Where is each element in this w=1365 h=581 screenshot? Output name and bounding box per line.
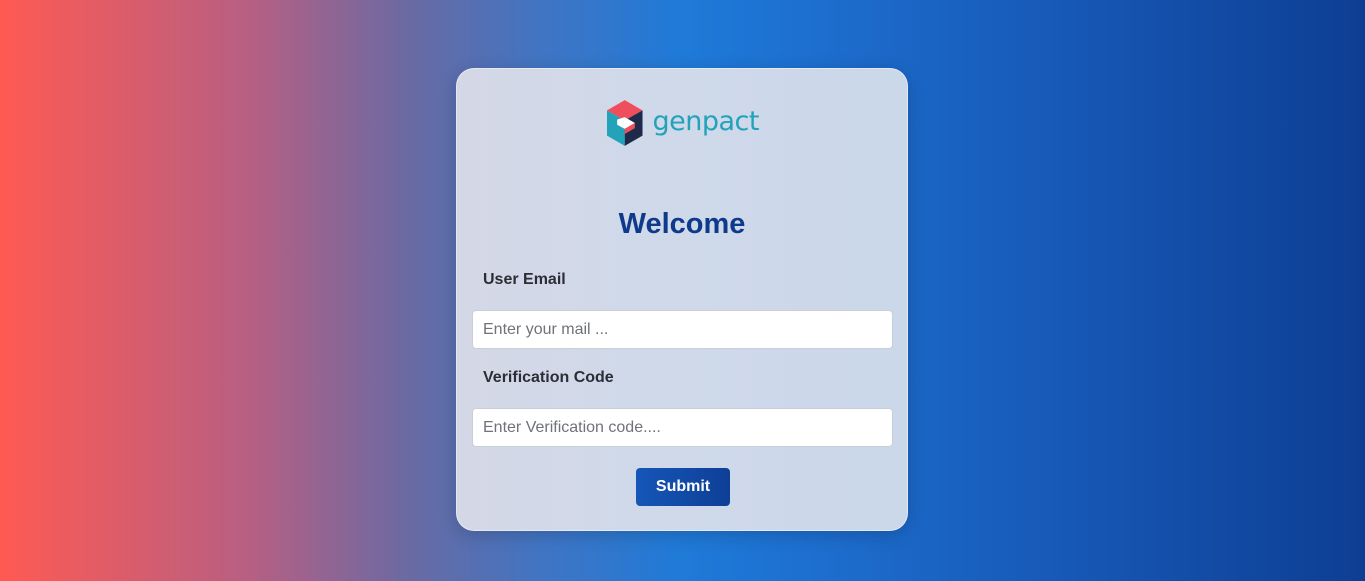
page-title: Welcome: [618, 208, 746, 240]
logo-wordmark: genpact: [652, 105, 760, 137]
submit-button[interactable]: Submit: [636, 468, 730, 506]
email-field[interactable]: [472, 310, 893, 349]
verification-code-label: Verification Code: [483, 369, 614, 386]
login-card: genpact Welcome User Email Verification …: [456, 68, 908, 531]
genpact-logo-icon: [607, 100, 643, 146]
genpact-logo: genpact: [607, 95, 760, 151]
verification-code-field[interactable]: [472, 408, 893, 447]
email-label: User Email: [483, 271, 566, 288]
